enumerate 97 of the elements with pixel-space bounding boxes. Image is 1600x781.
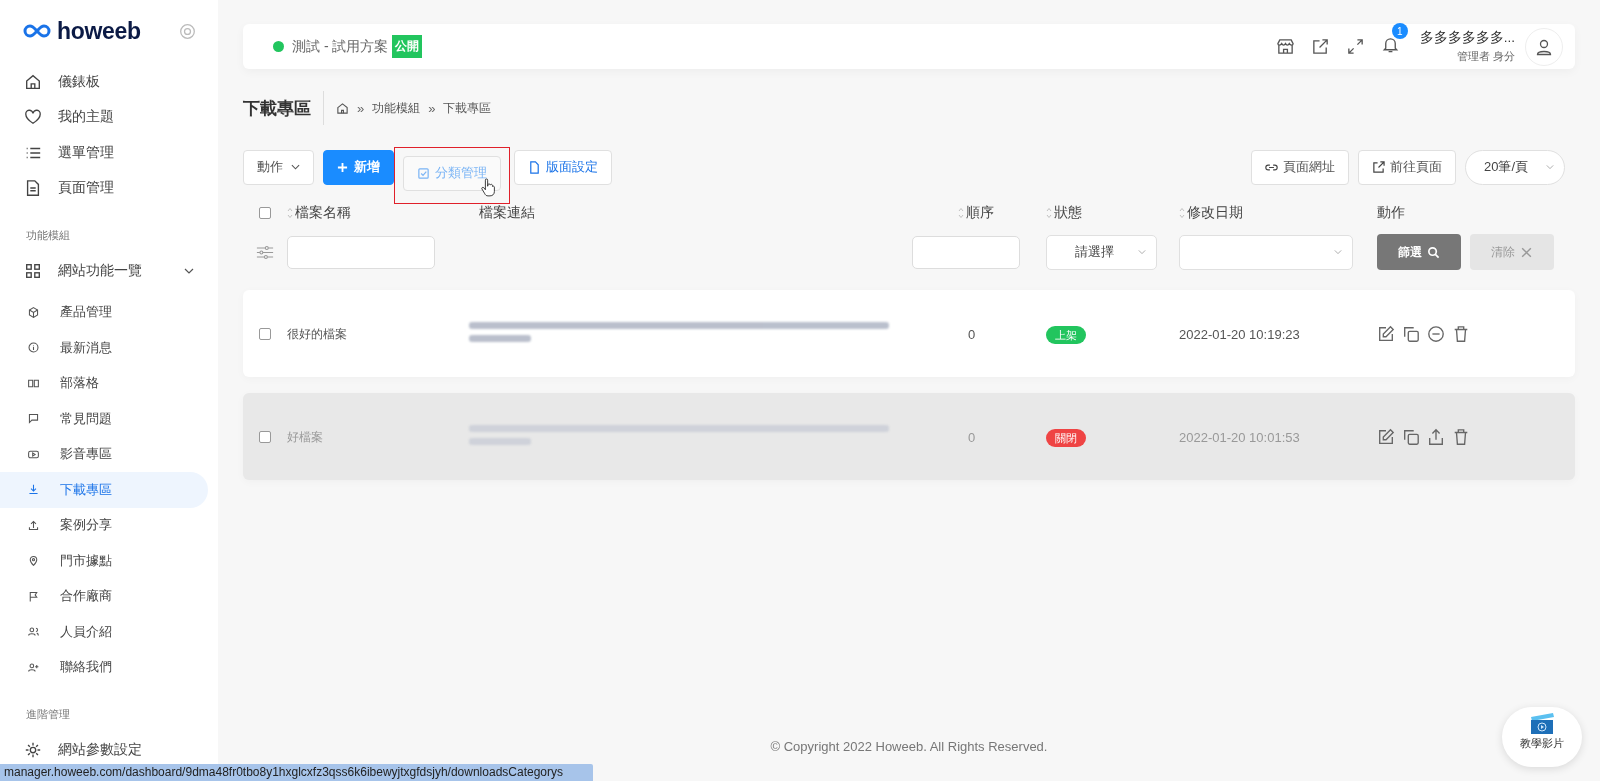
file-name: 很好的檔案 (287, 327, 347, 341)
order-value: 0 (967, 326, 976, 342)
file-name: 好檔案 (287, 430, 323, 444)
nav-icon (24, 261, 42, 280)
status-badge: 關閉 (1046, 428, 1086, 447)
page-url-button[interactable]: 頁面網址 (1251, 149, 1349, 185)
user-name: 多多多多多多... (1419, 29, 1515, 47)
breadcrumb-separator: » (357, 100, 365, 116)
hand-cursor-icon (481, 177, 495, 198)
caret-icon (1138, 249, 1146, 255)
sidebar-item[interactable]: 聯絡我們 (0, 649, 208, 685)
status-filter-select[interactable]: 請選擇 (1046, 234, 1157, 270)
row-checkbox[interactable] (259, 430, 271, 443)
user-role: 管理者 身分 (1456, 49, 1515, 64)
checkbox-icon (417, 166, 430, 180)
chevron-icon[interactable] (184, 267, 194, 274)
sidebar-item[interactable]: 案例分享 (0, 507, 208, 543)
nav-icon (27, 341, 40, 355)
logo-icon (22, 23, 52, 39)
modified-date: 2022-01-20 10:01:53 (1179, 429, 1300, 445)
row-checkbox[interactable] (259, 327, 271, 340)
caret-icon (1334, 249, 1342, 255)
modified-date: 2022-01-20 10:19:23 (1179, 326, 1300, 342)
nav-icon (24, 72, 42, 91)
action-dropdown[interactable]: 動作 (243, 149, 314, 185)
sidebar-item[interactable]: 產品管理 (0, 294, 208, 330)
public-badge: 公開 (392, 35, 423, 58)
select-all-checkbox[interactable] (259, 207, 271, 219)
external-link-icon (1372, 160, 1385, 174)
home-icon[interactable] (336, 101, 349, 115)
breadcrumb-link[interactable]: 功能模組 (372, 99, 421, 117)
sidebar-item[interactable]: 最新消息 (0, 330, 208, 366)
go-page-button[interactable]: 前往頁面 (1358, 149, 1456, 185)
filter-settings-icon[interactable] (256, 244, 274, 260)
column-header: 檔案名稱 (295, 204, 351, 222)
order-value: 0 (967, 429, 976, 445)
order-filter-field[interactable] (912, 235, 1020, 269)
nav-icon (27, 589, 40, 603)
column-header: 修改日期 (1187, 204, 1243, 222)
trash-icon[interactable] (1452, 427, 1470, 446)
name-filter-field[interactable] (287, 235, 435, 269)
document-icon (528, 160, 541, 174)
nav-icon (24, 740, 42, 759)
nav-icon (27, 412, 40, 426)
sidebar-item[interactable]: 合作廠商 (0, 578, 208, 614)
column-header: 檔案連結 (479, 204, 535, 222)
layout-button[interactable]: 版面設定 (514, 149, 612, 185)
sidebar-item[interactable]: 人員介紹 (0, 614, 208, 650)
fullscreen-icon[interactable] (1345, 37, 1365, 56)
sidebar-item[interactable]: 下載專區 (0, 472, 208, 508)
trash-icon[interactable] (1452, 324, 1470, 343)
notification-badge: 1 (1391, 23, 1408, 39)
nav-icon (24, 108, 42, 127)
sidebar-item[interactable]: 門市據點 (0, 543, 208, 579)
status-badge: 上架 (1046, 325, 1086, 344)
close-icon (1520, 245, 1533, 259)
nav-icon (24, 179, 42, 198)
sidebar-item[interactable]: 我的主題 (0, 99, 208, 135)
page-size-select[interactable]: 20筆/頁 (1465, 149, 1565, 185)
store-icon[interactable] (1275, 37, 1295, 56)
sidebar-item[interactable]: 部落格 (0, 365, 208, 401)
tutorial-video-button[interactable]: 教學影片 (1502, 707, 1582, 767)
upload-icon[interactable] (1427, 427, 1445, 446)
sidebar-item[interactable]: 影音專區 (0, 436, 208, 472)
copy-icon[interactable] (1402, 427, 1420, 446)
sidebar-item[interactable]: 選單管理 (0, 135, 208, 171)
sidebar-item[interactable]: 常見問題 (0, 401, 208, 437)
nav-icon (27, 305, 40, 319)
filter-button[interactable]: 篩選 (1377, 234, 1461, 270)
search-icon (1427, 245, 1440, 259)
section-heading: 進階管理 (25, 707, 71, 722)
sidebar-item[interactable]: 頁面管理 (0, 170, 208, 206)
nav-icon (27, 483, 40, 497)
nav-icon (27, 518, 40, 532)
site-name: 測試 - 試用方案 (292, 37, 389, 56)
external-link-icon[interactable] (1310, 37, 1330, 56)
section-heading: 功能模組 (25, 228, 71, 243)
page-title: 下載專區 (243, 97, 311, 120)
nav-icon (27, 554, 40, 568)
column-header: 順序 (966, 204, 994, 222)
status-bar-url: manager.howeeb.com/dashboard/9dma48fr0tbo8y1hxglcxfz3qss6k6ibewyjtxgfdsjyh/downloadsCategorys (0, 764, 593, 781)
edit-icon[interactable] (1377, 324, 1395, 343)
caret-icon (1546, 164, 1554, 170)
plus-icon (337, 161, 348, 173)
logo-text: howeeb (57, 17, 141, 45)
edit-icon[interactable] (1377, 427, 1395, 446)
column-header: 狀態 (1054, 204, 1082, 222)
nav-icon (27, 625, 40, 639)
copy-icon[interactable] (1402, 324, 1420, 343)
sidebar-item[interactable]: 儀錶板 (0, 64, 208, 100)
breadcrumb-separator: » (428, 100, 436, 116)
sidebar-item[interactable]: 網站功能一覽 (0, 253, 208, 289)
copyright-text: © Copyright 2022 Howeeb. All Rights Reserved. (770, 739, 1048, 754)
breadcrumb-link[interactable]: 下載專區 (443, 99, 492, 117)
caret-icon (291, 164, 300, 170)
minus-circle-icon[interactable] (1427, 324, 1445, 343)
column-header: 動作 (1377, 204, 1405, 222)
